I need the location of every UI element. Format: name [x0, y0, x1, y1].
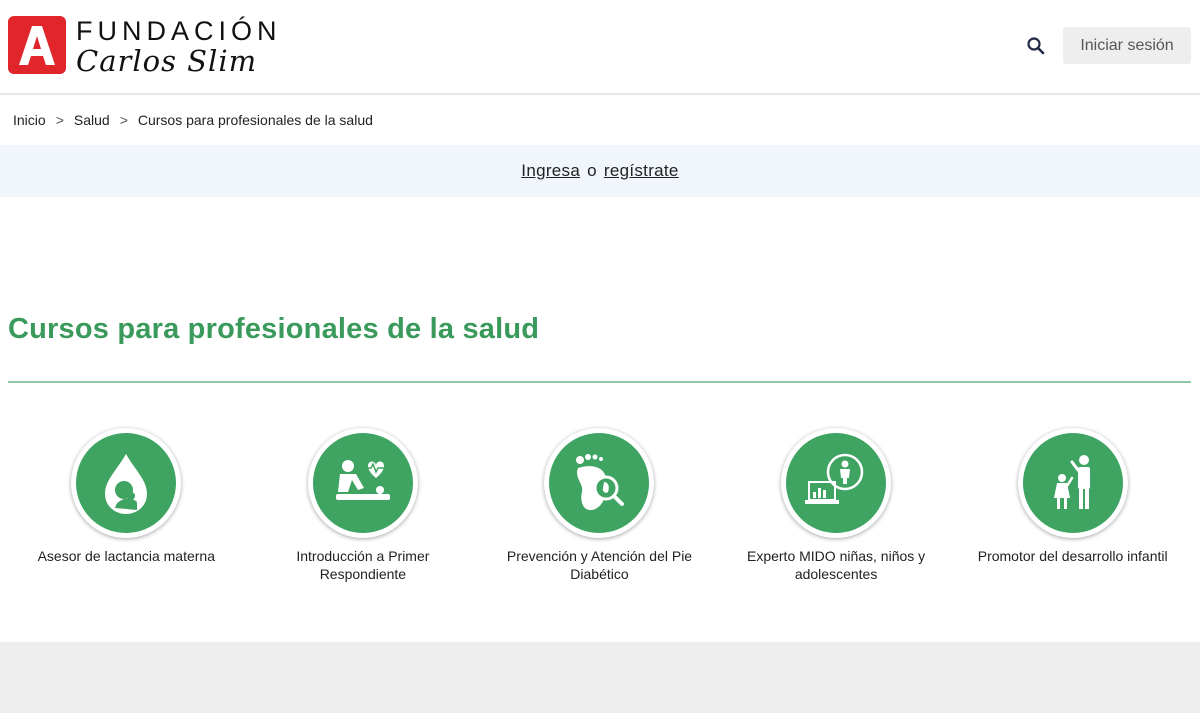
page-title: Cursos para profesionales de la salud — [8, 313, 540, 345]
login-button[interactable]: Iniciar sesión — [1063, 27, 1191, 64]
course-icon-frame — [544, 428, 655, 538]
site-footer — [0, 642, 1200, 713]
course-icon-frame — [71, 428, 182, 538]
breadcrumb: Inicio > Salud > Cursos para profesional… — [13, 112, 373, 128]
course-card-desarrollo-infantil[interactable]: Promotor del desarrollo infantil — [954, 428, 1191, 598]
auth-or-text: o — [587, 161, 597, 180]
course-icon-frame — [1017, 428, 1128, 538]
laptop-child-icon — [786, 433, 887, 533]
logo-line2: Carlos Slim — [76, 44, 258, 78]
auth-bar: Ingresa o regístrate — [0, 145, 1200, 197]
breadcrumb-item-inicio[interactable]: Inicio — [13, 112, 46, 128]
course-label: Promotor del desarrollo infantil — [977, 548, 1168, 564]
breastfeeding-drop-icon — [76, 433, 177, 533]
course-list: Asesor de lactancia materna Introducción… — [8, 428, 1191, 598]
title-divider — [8, 381, 1191, 383]
breadcrumb-item-salud[interactable]: Salud — [74, 112, 110, 128]
search-icon[interactable] — [1024, 34, 1048, 58]
breadcrumb-separator: > — [119, 112, 128, 128]
course-card-primer-respondiente[interactable]: Introducción a Primer Respondiente — [245, 428, 482, 598]
course-label: Prevención y Atención del Pie Diabético — [506, 548, 693, 582]
breadcrumb-separator: > — [55, 112, 64, 128]
course-card-experto-mido[interactable]: Experto MIDO niñas, niños y adolescentes — [718, 428, 955, 598]
site-header: FUNDACIÓN Carlos Slim Iniciar sesión — [0, 0, 1200, 95]
login-link[interactable]: Ingresa — [521, 161, 580, 181]
course-label: Introducción a Primer Respondiente — [296, 548, 430, 582]
logo-mark-icon — [8, 16, 66, 74]
course-label: Experto MIDO niñas, niños y adolescentes — [746, 548, 926, 582]
adult-child-icon — [1022, 433, 1123, 533]
course-label: Asesor de lactancia materna — [37, 548, 216, 564]
course-card-pie-diabetico[interactable]: Prevención y Atención del Pie Diabético — [481, 428, 718, 598]
course-icon-frame — [781, 428, 892, 538]
register-link[interactable]: regístrate — [604, 161, 679, 181]
cpr-heartbeat-icon — [312, 433, 413, 533]
breadcrumb-item-current: Cursos para profesionales de la salud — [137, 112, 373, 128]
course-card-lactancia[interactable]: Asesor de lactancia materna — [8, 428, 245, 598]
course-icon-frame — [307, 428, 418, 538]
logo-text: FUNDACIÓN Carlos Slim — [76, 16, 282, 76]
foot-magnifier-icon — [549, 433, 650, 533]
fundacion-logo[interactable]: FUNDACIÓN Carlos Slim — [8, 16, 282, 76]
logo-line1: FUNDACIÓN — [76, 16, 282, 46]
